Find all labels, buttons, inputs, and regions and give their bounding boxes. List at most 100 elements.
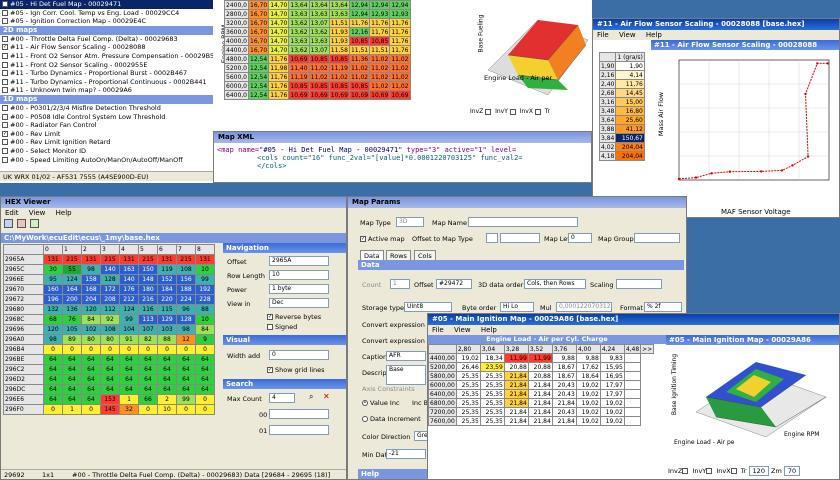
hex-cell[interactable]: 124 [62,274,82,285]
hex-cell[interactable]: 204 [81,294,101,305]
fuel-cell[interactable]: 11,76 [268,54,290,64]
hex-cell[interactable]: 64 [195,374,215,385]
description-input[interactable]: Base [386,365,426,385]
hex-cell[interactable]: 119 [157,264,177,275]
fuel-cell[interactable]: 12,94 [389,0,411,10]
fuel-cell[interactable]: 11,02 [369,63,391,73]
hex-cell[interactable]: 216 [138,294,158,305]
fuel-cell[interactable]: 11,36 [348,54,371,64]
fuel-cell[interactable]: 11,19 [288,72,310,82]
fuel-cell[interactable]: 14,70 [268,0,290,10]
ign-cell[interactable]: 19,02 [575,416,601,426]
tree-checkbox[interactable] [2,156,8,163]
tree-item[interactable]: #11 - Unknown twin map? - 00029A6 [0,86,213,95]
hex-cell[interactable]: 220 [157,294,177,305]
tree-item[interactable]: #11 - Front O2 Sensor Scaling - 0002955E [0,61,213,70]
tree-item[interactable]: #05 - Ignition Correction Map - 00029E4C [0,17,213,26]
hex-cell[interactable]: 82 [138,334,158,345]
hex-cell[interactable]: 99 [195,274,215,285]
hex-cell[interactable]: 120 [43,324,63,335]
hex-cell[interactable]: 64 [81,394,101,405]
ign-cell[interactable]: 21,84 [527,416,553,426]
ign-cell[interactable]: 25,35 [455,416,481,426]
hex-cell[interactable]: 64 [138,364,158,375]
ign-cell[interactable]: 25,35 [455,389,481,399]
tree-checkbox[interactable] [2,9,8,16]
hex-cell[interactable]: 64 [43,374,63,385]
hex-cell[interactable]: 0 [157,344,177,355]
hex-cell[interactable]: 116 [138,304,158,315]
hex-cell[interactable]: 66 [138,394,158,405]
hex-cell[interactable]: 64 [62,364,82,375]
fuel-cell[interactable]: 10,69 [348,90,371,100]
fuel-cell[interactable]: 16,70 [247,0,270,10]
hex-cell[interactable]: 0 [195,394,215,405]
hex-cell[interactable]: 64 [176,384,196,395]
hex-cell[interactable]: 152 [157,274,177,285]
ign-cell[interactable]: 21,84 [503,407,529,417]
hex-cell[interactable]: 96 [176,304,196,315]
fuel-cell[interactable]: 11,02 [369,54,391,64]
fuel-cell[interactable]: 11,02 [389,72,411,82]
fuel-cell[interactable]: 10,69 [328,90,350,100]
fuel-cell[interactable]: 13,63 [288,9,310,19]
fuel-cell[interactable]: 10,69 [308,90,330,100]
fuel-cell[interactable]: 11,02 [389,63,411,73]
hex-cell[interactable]: 0 [138,344,158,355]
hex-cell[interactable]: 0 [81,404,101,415]
ign-cell[interactable]: 18,67 [551,362,577,372]
hex-cell[interactable]: 10 [195,314,215,325]
fuel-cell[interactable]: 12,94 [348,0,371,10]
hex-cell[interactable]: 32 [119,404,139,415]
hex-cell[interactable]: 0 [119,344,139,355]
af-flow[interactable]: 204,04 [615,151,645,161]
hex-cell[interactable]: 128 [176,314,196,325]
af-flow[interactable]: 25,60 [615,115,645,125]
fuel-cell[interactable]: 10,85 [369,36,391,46]
hex-cell[interactable]: 120 [81,304,101,315]
fuel-cell[interactable]: 11,76 [389,45,411,55]
rowlength-input[interactable]: 10 [269,270,329,280]
fuel-cell[interactable]: 13,63 [308,9,330,19]
hex-cell[interactable]: 64 [157,384,177,395]
fuel-cell[interactable]: 13,07 [308,18,330,28]
hex-cell[interactable]: 180 [138,284,158,295]
hex-cell[interactable]: 124 [119,304,139,315]
hex-cell[interactable]: 64 [138,384,158,395]
ign-menu-help[interactable]: Help [481,326,497,334]
hex-cell[interactable]: 88 [195,304,215,315]
hex-cell[interactable]: 156 [176,274,196,285]
tree-checkbox[interactable] [2,78,8,85]
mul-input[interactable]: 0,0001220703125 [556,302,612,312]
hex-cell[interactable]: 55 [62,264,82,275]
ign-menu-view[interactable]: View [454,326,471,334]
fuel-cell[interactable]: 16,70 [247,27,270,37]
ign-cell[interactable]: 19,02 [599,407,625,417]
fuel-cell[interactable]: 11,51 [369,45,391,55]
hex-cell[interactable]: 84 [81,314,101,325]
fuel-cell[interactable]: 11,76 [268,81,290,91]
ign-cell[interactable]: 21,84 [551,416,577,426]
af-flow[interactable]: 41,12 [615,124,645,134]
hex-cell[interactable]: 168 [81,284,101,295]
hex-grid[interactable]: 0 1 2 3 4 5 6 7 8 2965A 131 215 131 215 131 215 131 215 13… [3,244,215,415]
hex-cell[interactable]: 0 [176,404,196,415]
storage-select[interactable]: UInt8 [404,302,452,312]
af-flow[interactable]: 15,00 [615,97,645,107]
fuel-cell[interactable]: 10,69 [389,90,411,100]
ign-cell[interactable]: 21,84 [527,407,553,417]
fuel-cell[interactable]: 10,69 [288,54,310,64]
fuel-cell[interactable]: 11,76 [268,90,290,100]
hex-cell[interactable]: 64 [81,384,101,395]
hex-cell[interactable]: 140 [119,274,139,285]
hex-cell[interactable]: 108 [100,324,120,335]
ign-cell[interactable]: 21,84 [527,398,553,408]
fuel-cell[interactable]: 16,70 [247,9,270,19]
hex-cell[interactable]: 0 [43,404,63,415]
af-flow[interactable]: 150,67 [615,133,645,143]
hex-cell[interactable]: 64 [43,384,63,395]
group-input[interactable] [634,233,680,243]
fuel-cell[interactable]: 11,93 [328,27,350,37]
ign-cell[interactable]: 21,84 [503,398,529,408]
ign-cell[interactable]: 20,43 [551,380,577,390]
